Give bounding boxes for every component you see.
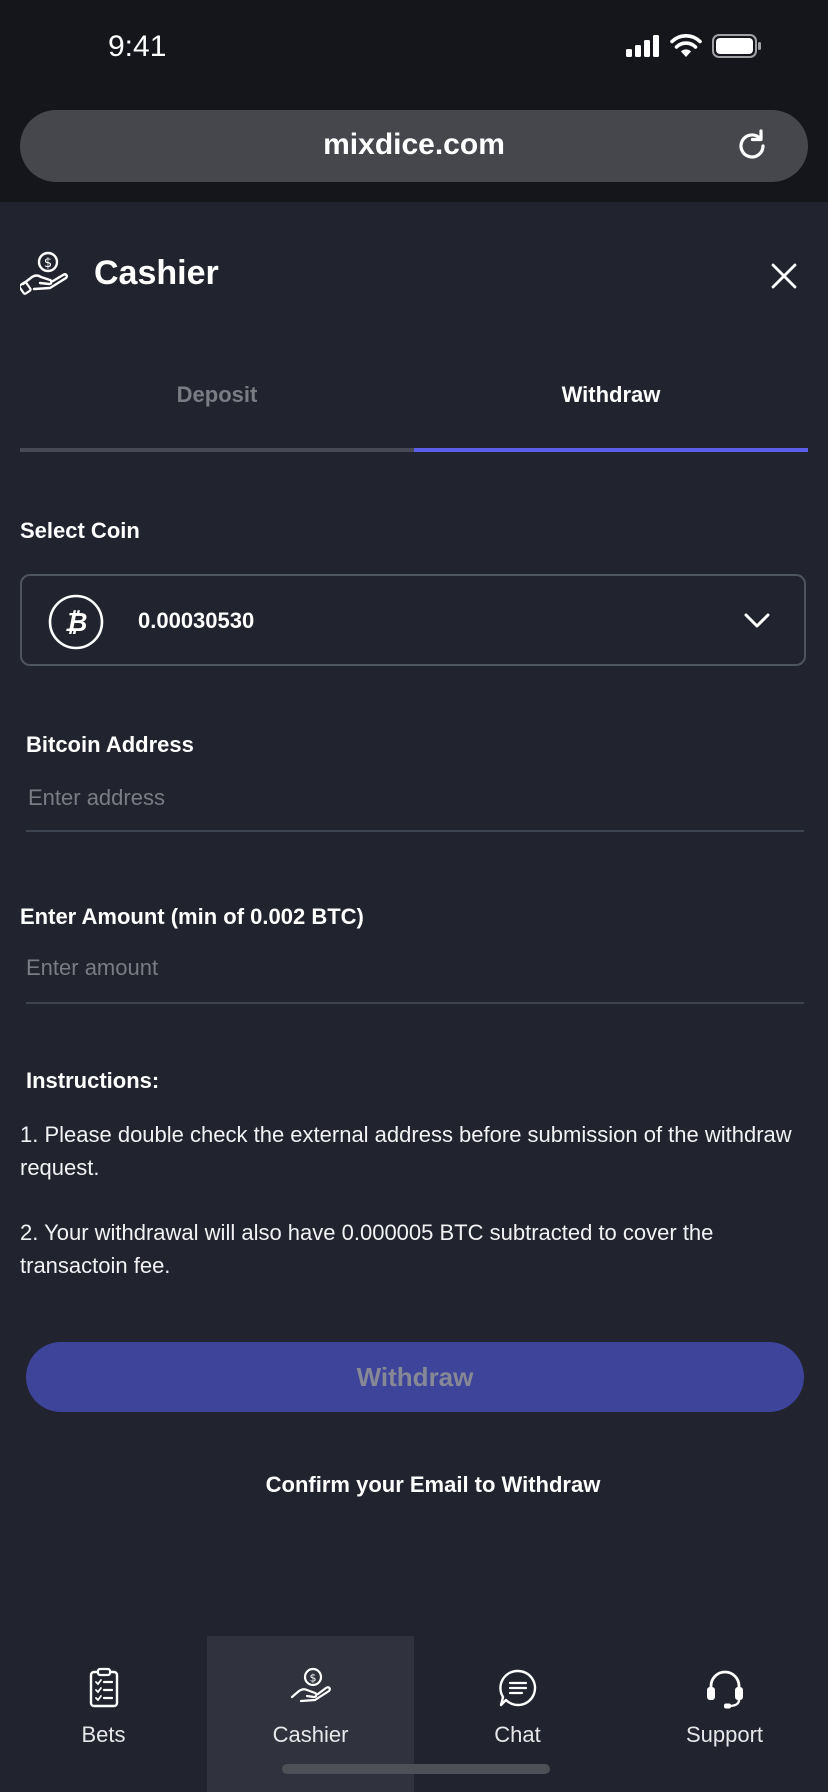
withdraw-button[interactable]: Withdraw bbox=[26, 1342, 804, 1412]
coin-balance: 0.00030530 bbox=[138, 608, 255, 633]
chat-bubble-icon bbox=[498, 1669, 536, 1707]
nav-label-cashier: Cashier bbox=[272, 1722, 349, 1747]
status-time: 9:41 bbox=[108, 30, 167, 63]
svg-text:₿: ₿ bbox=[65, 608, 88, 638]
reload-icon[interactable] bbox=[734, 128, 770, 164]
nav-item-support[interactable]: Support bbox=[621, 1636, 828, 1792]
bitcoin-icon: ₿ bbox=[48, 594, 104, 650]
cashier-tabs: Deposit Withdraw bbox=[20, 370, 808, 454]
amount-input[interactable] bbox=[26, 948, 804, 988]
nav-label-bets: Bets bbox=[81, 1722, 126, 1747]
nav-label-support: Support bbox=[685, 1722, 764, 1747]
nav-item-bets[interactable]: Bets bbox=[0, 1636, 207, 1792]
chevron-down-icon[interactable] bbox=[744, 612, 770, 630]
instruction-item: 1. Please double check the external addr… bbox=[20, 1122, 792, 1180]
cashier-header: $ Cashier bbox=[0, 240, 828, 310]
bitcoin-address-label: Bitcoin Address bbox=[26, 732, 194, 757]
page-title: Cashier bbox=[94, 254, 219, 292]
hand-coin-icon: $ bbox=[20, 251, 68, 295]
wifi-icon bbox=[670, 34, 702, 57]
tab-divider bbox=[20, 448, 414, 452]
url-text: mixdice.com bbox=[323, 128, 505, 161]
instructions-label: Instructions: bbox=[26, 1068, 160, 1093]
active-tab-indicator bbox=[414, 448, 808, 452]
nav-label-chat: Chat bbox=[494, 1722, 541, 1747]
browser-bar: mixdice.com bbox=[0, 100, 828, 202]
close-icon[interactable] bbox=[770, 262, 798, 290]
select-coin-label: Select Coin bbox=[20, 518, 140, 543]
status-bar: 9:41 bbox=[0, 0, 828, 100]
battery-icon bbox=[712, 34, 761, 58]
url-bar[interactable]: mixdice.com bbox=[20, 110, 808, 182]
address-underline bbox=[26, 830, 804, 832]
instruction-item: 2. Your withdrawal will also have 0.0000… bbox=[20, 1220, 714, 1278]
tab-deposit[interactable]: Deposit bbox=[20, 382, 414, 408]
bitcoin-address-input[interactable] bbox=[26, 778, 804, 818]
svg-text:$: $ bbox=[309, 1672, 316, 1685]
tab-withdraw[interactable]: Withdraw bbox=[414, 382, 808, 408]
confirm-email-message: Confirm your Email to Withdraw bbox=[265, 1472, 601, 1497]
signal-icon bbox=[626, 35, 659, 57]
cashier-page: 9:41 mixdice.com $ Cashier Deposit Withd… bbox=[0, 0, 828, 1792]
coin-select-dropdown[interactable]: ₿ 0.00030530 bbox=[20, 574, 806, 666]
clipboard-list-icon bbox=[89, 1667, 118, 1708]
amount-underline bbox=[26, 1002, 804, 1004]
amount-label: Enter Amount (min of 0.002 BTC) bbox=[20, 904, 364, 929]
headset-icon bbox=[706, 1670, 743, 1709]
home-indicator bbox=[282, 1764, 550, 1774]
hand-coin-icon: $ bbox=[290, 1667, 331, 1703]
svg-text:$: $ bbox=[44, 256, 52, 271]
status-icons bbox=[626, 34, 762, 58]
